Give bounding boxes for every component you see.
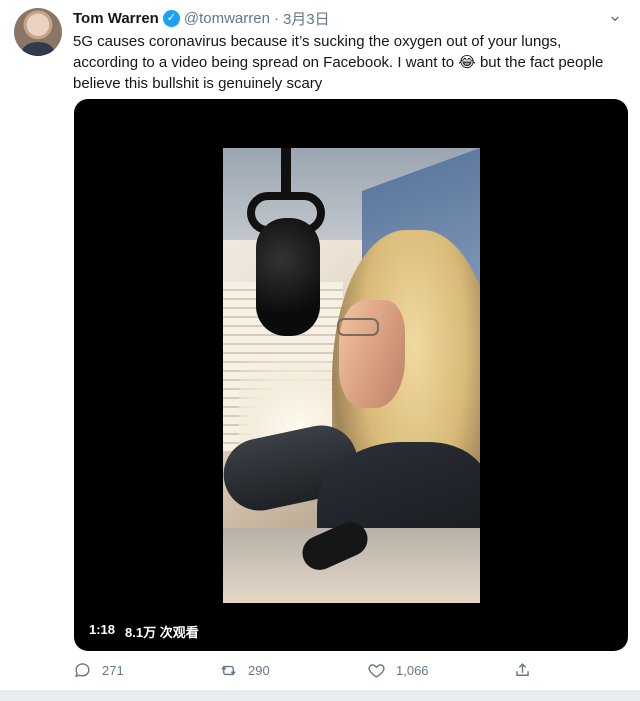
share-button[interactable] bbox=[513, 661, 532, 680]
tweet-date[interactable]: 3月3日 bbox=[283, 8, 330, 29]
author-name[interactable]: Tom Warren bbox=[73, 10, 159, 27]
like-button[interactable]: 1,066 bbox=[367, 661, 429, 680]
verified-icon: ✓ bbox=[162, 9, 180, 27]
video-views: 8.1万 次观看 bbox=[125, 625, 199, 640]
face bbox=[339, 300, 405, 408]
retweet-button[interactable]: 290 bbox=[219, 661, 270, 680]
microphone-stand bbox=[281, 148, 291, 196]
share-icon bbox=[516, 663, 529, 676]
tweet-text: 5G causes coronavirus because it’s sucki… bbox=[73, 31, 618, 94]
bottom-divider bbox=[0, 690, 640, 701]
tweet-header: Tom Warren ✓ @tomwarren · 3月3日 bbox=[73, 8, 330, 28]
separator: · bbox=[273, 9, 279, 27]
video-meta: 1:18 8.1万 次观看 bbox=[89, 622, 199, 641]
retweet-count: 290 bbox=[248, 663, 270, 678]
glasses bbox=[337, 318, 379, 336]
like-count: 1,066 bbox=[396, 663, 429, 678]
tweet-actions: 271 290 1,066 bbox=[73, 659, 543, 685]
reply-count: 271 bbox=[102, 663, 124, 678]
tweet: Tom Warren ✓ @tomwarren · 3月3日 ⌄ 5G caus… bbox=[0, 0, 640, 690]
chevron-down-icon[interactable]: ⌄ bbox=[604, 6, 626, 28]
video-duration: 1:18 bbox=[89, 622, 116, 637]
laughing-emoji-icon: 😂 bbox=[458, 54, 476, 71]
retweet-icon bbox=[221, 665, 236, 676]
reply-button[interactable]: 271 bbox=[73, 661, 124, 680]
reply-icon bbox=[75, 663, 90, 678]
video-player[interactable]: 1:18 8.1万 次观看 bbox=[74, 99, 628, 651]
heart-icon bbox=[368, 664, 385, 678]
video-frame[interactable] bbox=[223, 148, 480, 603]
microphone bbox=[256, 218, 320, 336]
avatar[interactable] bbox=[14, 8, 62, 56]
author-handle[interactable]: @tomwarren bbox=[184, 10, 270, 27]
